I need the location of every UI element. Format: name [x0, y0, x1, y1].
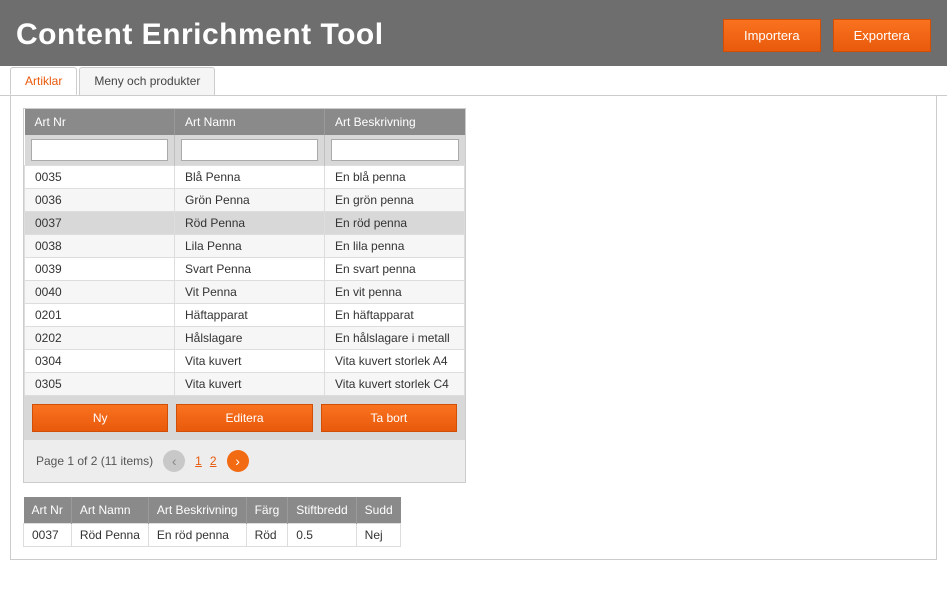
detail-col-artbeskr: Art Beskrivning [148, 497, 246, 524]
detail-cell-stiftbredd: 0.5 [288, 524, 356, 547]
detail-cell-artbeskr: En röd penna [148, 524, 246, 547]
detail-grid: Art Nr Art Namn Art Beskrivning Färg Sti… [23, 497, 924, 547]
cell-artbeskr: En grön penna [325, 189, 465, 212]
header-buttons: Importera Exportera [723, 19, 931, 52]
table-row[interactable]: 0036Grön PennaEn grön penna [25, 189, 465, 212]
detail-header-row: Art Nr Art Namn Art Beskrivning Färg Sti… [24, 497, 401, 524]
grid-action-bar: Ny Editera Ta bort [24, 396, 465, 440]
header-bar: Content Enrichment Tool Importera Export… [0, 0, 947, 66]
cell-artnamn: Vita kuvert [175, 350, 325, 373]
filter-artbeskr-input[interactable] [331, 139, 459, 161]
cell-artnr: 0305 [25, 373, 175, 396]
pager-page-2[interactable]: 2 [210, 454, 217, 468]
tab-artiklar[interactable]: Artiklar [10, 67, 77, 95]
pager-next-button[interactable]: › [227, 450, 249, 472]
detail-cell-farg: Röd [246, 524, 288, 547]
cell-artnr: 0201 [25, 304, 175, 327]
cell-artnr: 0304 [25, 350, 175, 373]
cell-artnr: 0037 [25, 212, 175, 235]
cell-artbeskr: En röd penna [325, 212, 465, 235]
col-header-artnamn[interactable]: Art Namn [175, 109, 325, 135]
cell-artbeskr: En häftapparat [325, 304, 465, 327]
filter-artnr-input[interactable] [31, 139, 169, 161]
detail-col-artnamn: Art Namn [71, 497, 148, 524]
detail-cell-artnamn: Röd Penna [71, 524, 148, 547]
table-row[interactable]: 0038Lila PennaEn lila penna [25, 235, 465, 258]
filter-artnamn-input[interactable] [181, 139, 318, 161]
pager-summary: Page 1 of 2 (11 items) [36, 454, 153, 468]
cell-artnamn: Röd Penna [175, 212, 325, 235]
cell-artnamn: Blå Penna [175, 166, 325, 189]
cell-artbeskr: En svart penna [325, 258, 465, 281]
pager-prev-button: ‹ [163, 450, 185, 472]
grid-header-row: Art Nr Art Namn Art Beskrivning [25, 109, 465, 135]
detail-cell-sudd: Nej [356, 524, 401, 547]
import-button[interactable]: Importera [723, 19, 821, 52]
grid-filter-row [25, 135, 465, 166]
detail-col-stiftbredd: Stiftbredd [288, 497, 356, 524]
table-row[interactable]: 0304Vita kuvertVita kuvert storlek A4 [25, 350, 465, 373]
delete-button[interactable]: Ta bort [321, 404, 457, 432]
table-row[interactable]: 0037Röd PennaEn röd penna [25, 212, 465, 235]
cell-artnamn: Grön Penna [175, 189, 325, 212]
table-row[interactable]: 0035Blå PennaEn blå penna [25, 166, 465, 189]
cell-artbeskr: Vita kuvert storlek A4 [325, 350, 465, 373]
cell-artbeskr: En hålslagare i metall [325, 327, 465, 350]
cell-artnr: 0039 [25, 258, 175, 281]
tab-meny-och-produkter[interactable]: Meny och produkter [79, 67, 215, 95]
cell-artnamn: Hålslagare [175, 327, 325, 350]
articles-grid: Art Nr Art Namn Art Beskrivning 0035Blå … [23, 108, 466, 483]
tab-strip: Artiklar Meny och produkter [0, 67, 947, 96]
export-button[interactable]: Exportera [833, 19, 931, 52]
col-header-artnr[interactable]: Art Nr [25, 109, 175, 135]
table-row[interactable]: 0040Vit PennaEn vit penna [25, 281, 465, 304]
cell-artnr: 0035 [25, 166, 175, 189]
detail-cell-artnr: 0037 [24, 524, 72, 547]
table-row[interactable]: 0305Vita kuvertVita kuvert storlek C4 [25, 373, 465, 396]
col-header-artbeskr[interactable]: Art Beskrivning [325, 109, 465, 135]
pager-bar: Page 1 of 2 (11 items) ‹ 1 2 › [24, 440, 465, 482]
cell-artbeskr: En lila penna [325, 235, 465, 258]
cell-artbeskr: En vit penna [325, 281, 465, 304]
cell-artnamn: Vita kuvert [175, 373, 325, 396]
pager-pages: 1 2 [195, 454, 216, 468]
cell-artnamn: Lila Penna [175, 235, 325, 258]
page-title: Content Enrichment Tool [16, 18, 384, 52]
detail-col-sudd: Sudd [356, 497, 401, 524]
pager-page-1[interactable]: 1 [195, 454, 202, 468]
table-row[interactable]: 0039Svart PennaEn svart penna [25, 258, 465, 281]
cell-artnr: 0202 [25, 327, 175, 350]
cell-artnamn: Häftapparat [175, 304, 325, 327]
cell-artnamn: Vit Penna [175, 281, 325, 304]
cell-artbeskr: En blå penna [325, 166, 465, 189]
cell-artnr: 0040 [25, 281, 175, 304]
tab-content: Art Nr Art Namn Art Beskrivning 0035Blå … [10, 95, 937, 560]
new-button[interactable]: Ny [32, 404, 168, 432]
table-row[interactable]: 0201HäftapparatEn häftapparat [25, 304, 465, 327]
edit-button[interactable]: Editera [176, 404, 312, 432]
cell-artnr: 0038 [25, 235, 175, 258]
cell-artnamn: Svart Penna [175, 258, 325, 281]
detail-col-farg: Färg [246, 497, 288, 524]
cell-artbeskr: Vita kuvert storlek C4 [325, 373, 465, 396]
detail-row[interactable]: 0037 Röd Penna En röd penna Röd 0.5 Nej [24, 524, 401, 547]
chevron-left-icon: ‹ [172, 453, 177, 469]
table-row[interactable]: 0202HålslagareEn hålslagare i metall [25, 327, 465, 350]
detail-col-artnr: Art Nr [24, 497, 72, 524]
cell-artnr: 0036 [25, 189, 175, 212]
chevron-right-icon: › [235, 453, 240, 469]
